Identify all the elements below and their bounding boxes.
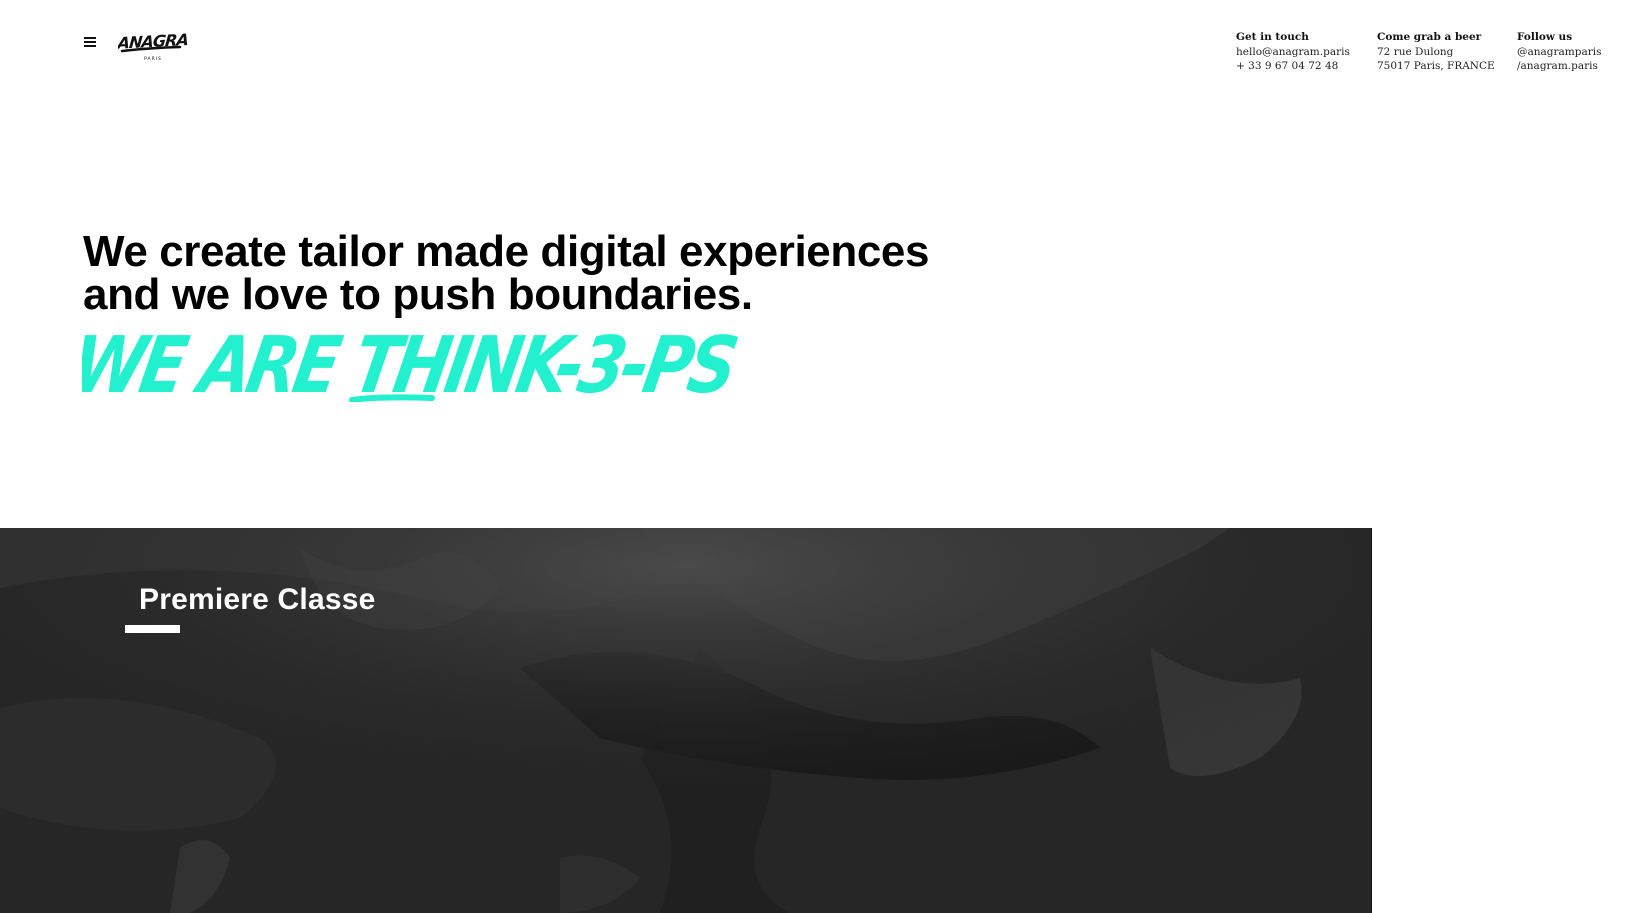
email-link[interactable]: hello@anagram.paris (1236, 45, 1350, 60)
social-link-facebook[interactable]: /anagram.paris (1517, 59, 1602, 74)
anagram-logo[interactable]: ANAGRAM PARIS (118, 26, 188, 64)
contact-address: Come grab a beer 72 rue Dulong 75017 Par… (1377, 30, 1495, 74)
menu-bar (84, 41, 96, 43)
hero-line-1: We create tailor made digital experience… (83, 227, 930, 276)
hero-tagline-text: WE ARE THINK-3-PS (82, 320, 742, 402)
social-link-instagram[interactable]: @anagramparis (1517, 45, 1602, 60)
follow-heading: Follow us (1517, 31, 1573, 43)
project-title[interactable]: Premiere Classe (139, 583, 376, 617)
hero-title: We create tailor made digital experience… (83, 227, 1083, 319)
address-heading: Come grab a beer (1377, 31, 1482, 43)
project-card[interactable]: Premiere Classe (0, 528, 1372, 913)
contact-follow-us: Follow us @anagramparis /anagram.paris (1517, 30, 1602, 74)
hamburger-menu-icon[interactable] (84, 36, 97, 47)
tagline-underline (349, 394, 435, 402)
address-city: 75017 Paris, FRANCE (1377, 60, 1495, 72)
project-title-underline (125, 625, 180, 633)
menu-bar (84, 45, 96, 47)
page: ANAGRAM PARIS Get in touch hello@anagram… (0, 0, 1651, 913)
address-street: 72 rue Dulong (1377, 45, 1454, 58)
contact-heading: Get in touch (1236, 31, 1309, 43)
hero-tagline: WE ARE THINK-3-PS (82, 320, 742, 402)
phone-link[interactable]: + 33 9 67 04 72 48 (1236, 59, 1350, 74)
contact-get-in-touch: Get in touch hello@anagram.paris + 33 9 … (1236, 30, 1350, 74)
menu-bar (84, 37, 96, 39)
hero-line-2: and we love to push boundaries. (83, 270, 753, 319)
logo-subtext: PARIS (144, 56, 162, 62)
